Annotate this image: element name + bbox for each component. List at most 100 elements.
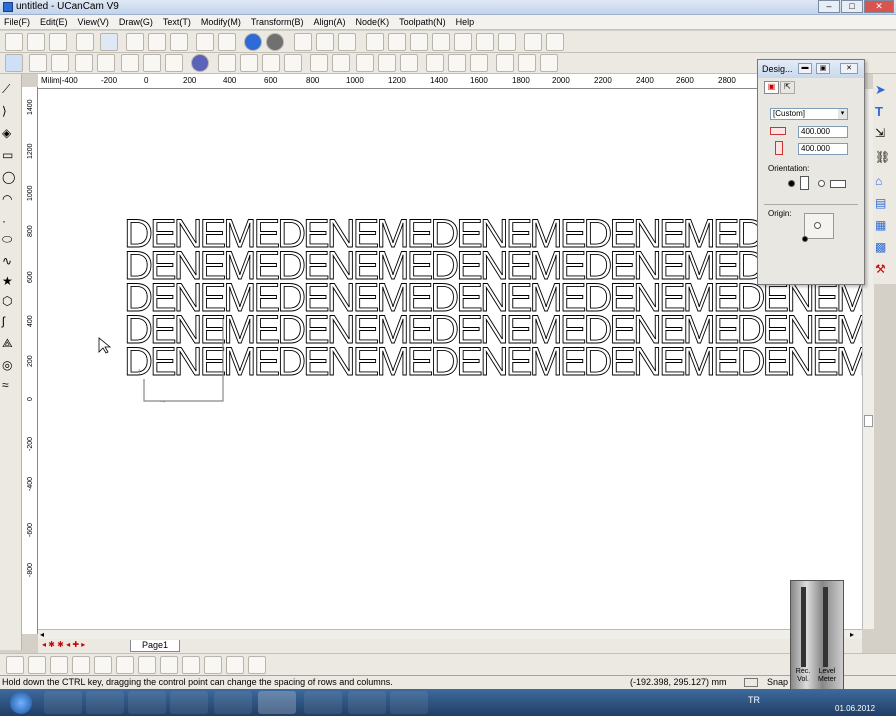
zoom-select-icon[interactable] [476, 33, 494, 51]
text-row[interactable]: DENEMEDENEMEDENEMEDENEMEDENEMEDE [124, 340, 863, 385]
gallery-tool-icon[interactable]: ▦ [875, 218, 893, 236]
wave-tool-icon[interactable]: ≈ [2, 378, 20, 396]
document-icon[interactable] [51, 54, 69, 72]
knife-tool-icon[interactable]: ⟁ [2, 336, 20, 354]
same-width-icon[interactable] [204, 656, 222, 674]
page-nav-icons[interactable]: ◂ ✱ ✱ ◂ ✚ ▸ [42, 640, 85, 649]
import-icon[interactable] [126, 33, 144, 51]
language-indicator[interactable]: TR [748, 695, 760, 705]
landscape-radio[interactable] [818, 180, 825, 187]
flip-icon[interactable] [356, 54, 374, 72]
page-setup-icon[interactable] [29, 54, 47, 72]
ie-taskbar-icon[interactable] [44, 691, 82, 714]
undo-icon[interactable] [244, 33, 262, 51]
save-icon[interactable] [49, 33, 67, 51]
wand-icon[interactable] [294, 33, 312, 51]
panel-restore-button[interactable]: ▣ [816, 63, 830, 74]
align-bottom-icon[interactable] [72, 656, 90, 674]
plugin-icon[interactable] [540, 54, 558, 72]
align-center-icon[interactable] [400, 54, 418, 72]
print-icon[interactable] [76, 33, 94, 51]
group-icon[interactable] [218, 54, 236, 72]
zoom-icon[interactable] [366, 33, 384, 51]
distribute-h-icon[interactable] [160, 656, 178, 674]
center-page-icon[interactable] [138, 656, 156, 674]
transform-icon[interactable] [338, 33, 356, 51]
menu-file[interactable]: File(F) [4, 15, 30, 29]
rec-volume-slider[interactable] [801, 587, 806, 667]
polyline-tool-icon[interactable]: ⟩ [2, 104, 20, 122]
color-icon[interactable] [191, 54, 209, 72]
select-tool-icon[interactable] [100, 33, 118, 51]
same-size-icon[interactable] [248, 656, 266, 674]
ellipse-tool-icon[interactable]: ⬭ [2, 232, 20, 250]
zoom-out-icon[interactable] [410, 33, 428, 51]
redo-icon[interactable] [266, 33, 284, 51]
menu-transform[interactable]: Transform(B) [251, 15, 304, 29]
measure-tool-icon[interactable]: ⚒ [875, 262, 893, 280]
mirror-v-icon[interactable] [332, 54, 350, 72]
menu-edit[interactable]: Edit(E) [40, 15, 68, 29]
zoom-in-icon[interactable] [388, 33, 406, 51]
origin-corner-radio[interactable] [802, 236, 808, 242]
contour-icon[interactable] [470, 54, 488, 72]
grid-icon[interactable] [316, 33, 334, 51]
panel-close-button[interactable]: ✕ [840, 63, 858, 74]
line-style-icon[interactable] [121, 54, 139, 72]
node-edit-icon[interactable] [518, 54, 536, 72]
vertical-scroll-thumb[interactable] [864, 415, 873, 427]
chrome-taskbar-icon[interactable] [170, 691, 208, 714]
bezier-tool-icon[interactable]: ʃ [2, 314, 20, 332]
close-button[interactable]: ✕ [864, 0, 894, 13]
polygon-tool-icon[interactable]: ⬡ [2, 294, 20, 312]
drawing-canvas[interactable]: DENEMEDENEMEDENEMEDENEMEDENEMEDE DENEMED… [38, 89, 863, 629]
circle-tool-icon[interactable]: ◯ [2, 170, 20, 188]
copy-icon[interactable] [75, 54, 93, 72]
move-icon[interactable] [524, 33, 542, 51]
grid-tool-icon[interactable]: ▩ [875, 240, 893, 258]
intersect-icon[interactable] [284, 54, 302, 72]
trim-icon[interactable] [262, 54, 280, 72]
node-tool-icon[interactable]: ⇲ [875, 126, 893, 144]
settings-gear-icon[interactable] [426, 54, 444, 72]
taskbar-date[interactable]: 01.06.2012 [835, 704, 875, 713]
star-tool-icon[interactable]: ★ [2, 274, 20, 292]
toolpath-icon[interactable] [496, 54, 514, 72]
text-tool-icon[interactable]: T [875, 104, 893, 122]
origin-center-radio[interactable] [814, 222, 821, 229]
height-field[interactable]: 400.000 [798, 143, 848, 155]
export-icon[interactable] [148, 33, 166, 51]
pointer-tool-icon[interactable] [5, 54, 23, 72]
office-taskbar-icon[interactable] [348, 691, 386, 714]
zoom-page-icon[interactable] [454, 33, 472, 51]
align-left-icon[interactable] [6, 656, 24, 674]
start-button[interactable] [10, 692, 32, 714]
paste-icon[interactable] [97, 54, 115, 72]
explorer-taskbar-icon[interactable] [86, 691, 124, 714]
select-arrow-icon[interactable]: ➤ [875, 82, 893, 100]
align-top-icon[interactable] [50, 656, 68, 674]
horizontal-scrollbar[interactable]: ◂ ▸ [38, 629, 862, 639]
scroll-right-icon[interactable]: ▸ [850, 630, 854, 639]
maximize-button[interactable]: □ [841, 0, 863, 13]
zoom-all-icon[interactable] [432, 33, 450, 51]
panel-minimize-button[interactable]: ▬ [798, 63, 812, 74]
center-v-icon[interactable] [116, 656, 134, 674]
point-tool-icon[interactable]: · [2, 214, 20, 232]
image-tool-icon[interactable]: ▤ [875, 196, 893, 214]
mirror-h-icon[interactable] [310, 54, 328, 72]
menu-modify[interactable]: Modify(M) [201, 15, 241, 29]
fill-icon[interactable] [143, 54, 161, 72]
ruler-icon[interactable] [218, 33, 236, 51]
tab-page1[interactable]: Page1 [130, 640, 180, 652]
page-tab-icon[interactable]: ▣ [764, 81, 779, 94]
arrow-taskbar-icon[interactable] [390, 691, 428, 714]
distribute-v-icon[interactable] [182, 656, 200, 674]
align-right-icon[interactable] [28, 656, 46, 674]
link-tool-icon[interactable]: ⛓ [875, 150, 893, 168]
scroll-left-icon[interactable]: ◂ [40, 630, 44, 639]
target-tool-icon[interactable]: ◎ [2, 358, 20, 376]
cut-icon[interactable] [165, 54, 183, 72]
width-field[interactable]: 400.000 [798, 126, 848, 138]
ucancam-taskbar-icon[interactable] [258, 691, 296, 714]
